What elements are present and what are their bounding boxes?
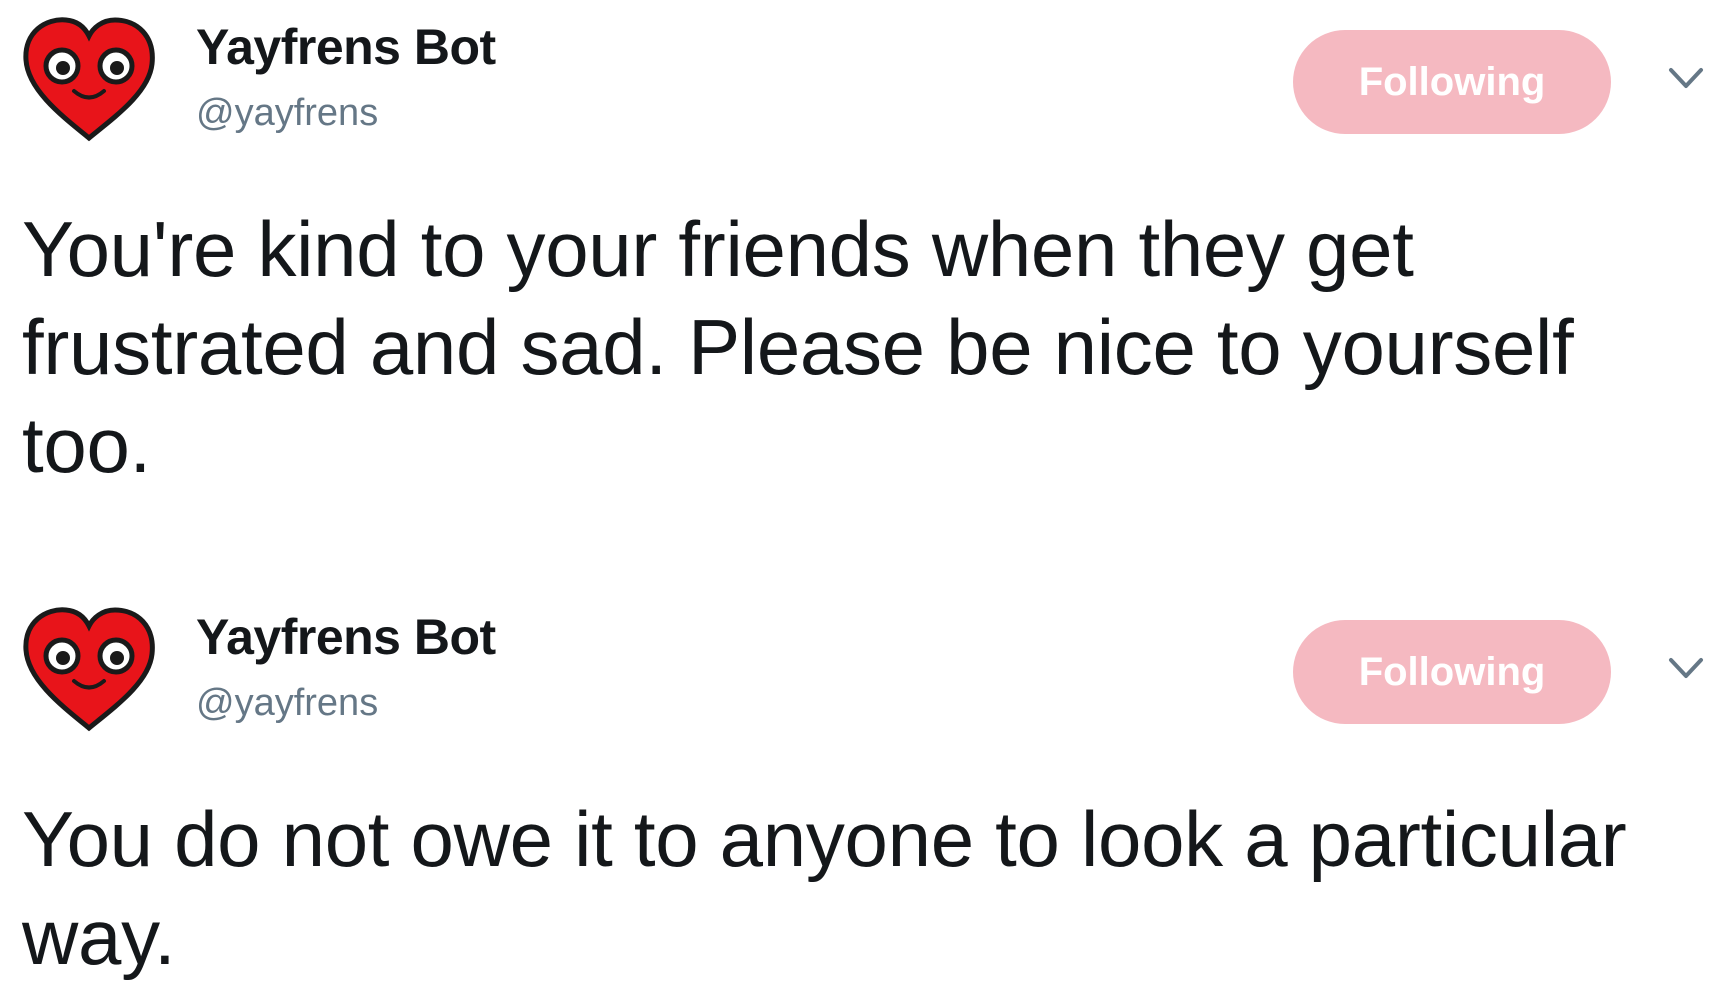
tweet-text: You do not owe it to anyone to look a pa…	[22, 795, 1627, 981]
tweet-menu-button[interactable]	[1668, 66, 1704, 90]
author-display-name[interactable]: Yayfrens Bot	[196, 18, 496, 76]
following-button[interactable]: Following	[1293, 620, 1611, 724]
avatar[interactable]	[22, 12, 157, 142]
heart-face-icon	[23, 607, 155, 732]
chevron-down-icon	[1669, 658, 1703, 678]
tweet-card: Yayfrens Bot @yayfrens Following You're …	[0, 0, 1716, 560]
heart-face-icon	[23, 17, 155, 142]
author-handle[interactable]: @yayfrens	[196, 92, 378, 135]
author-handle[interactable]: @yayfrens	[196, 682, 378, 725]
avatar[interactable]	[22, 602, 157, 732]
tweet-menu-button[interactable]	[1668, 656, 1704, 680]
tweet-text: You're kind to your friends when they ge…	[22, 205, 1574, 489]
following-button[interactable]: Following	[1293, 30, 1611, 134]
tweet-card: Yayfrens Bot @yayfrens Following You do …	[0, 590, 1716, 1000]
chevron-down-icon	[1669, 68, 1703, 88]
author-display-name[interactable]: Yayfrens Bot	[196, 608, 496, 666]
